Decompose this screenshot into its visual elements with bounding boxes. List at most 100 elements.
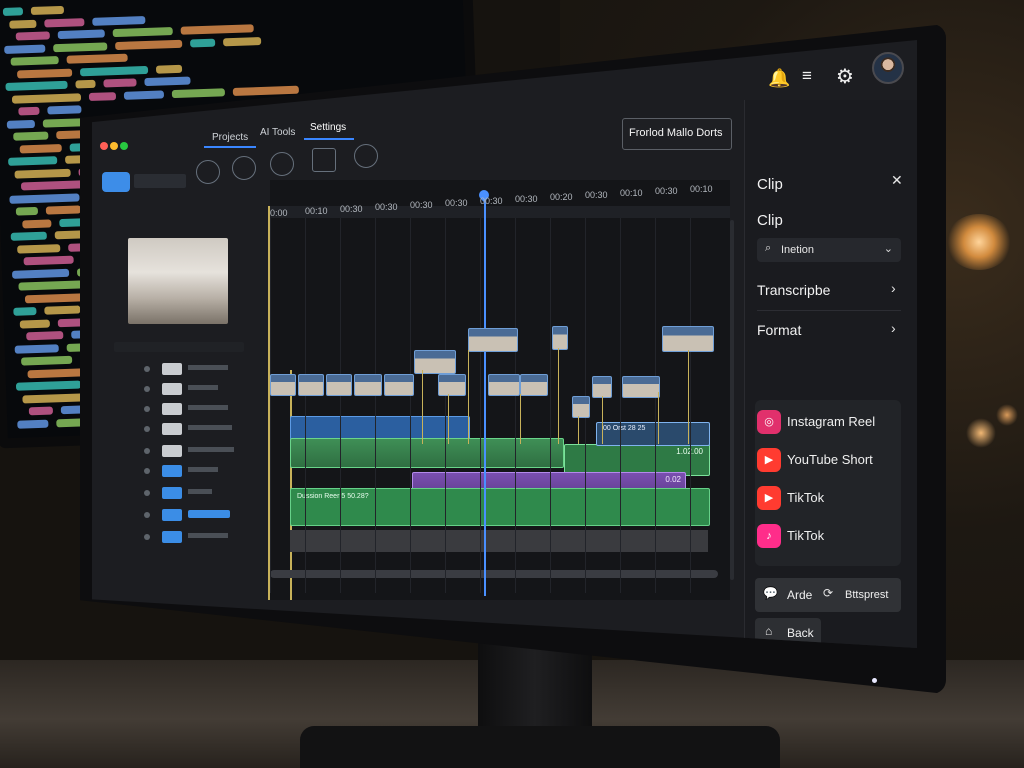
power-led	[872, 678, 877, 683]
code-line	[13, 306, 37, 316]
audio-clip[interactable]	[290, 438, 564, 468]
gear-icon[interactable]: ⚙	[836, 64, 854, 89]
export-button[interactable]: Bttsprest	[845, 589, 888, 601]
track-row[interactable]	[114, 464, 264, 478]
tool-button[interactable]	[354, 144, 378, 168]
playhead[interactable]	[484, 194, 486, 596]
youtube-icon: ▶	[757, 448, 781, 472]
search-icon: ⌕	[765, 242, 772, 254]
video-clip-thumbnail[interactable]	[270, 374, 296, 396]
tab-projects[interactable]: Projects	[212, 132, 248, 143]
video-clip[interactable]: 00 Orst 28 25	[596, 422, 710, 446]
clip-label: 00 Orst 28 25	[603, 425, 646, 432]
timeline-grid-line	[550, 218, 551, 593]
video-clip-thumbnail[interactable]	[354, 374, 382, 396]
timeline-grid-line	[480, 218, 481, 593]
back-icon: ⌂	[765, 624, 773, 638]
import-button[interactable]	[102, 172, 130, 192]
clip-connector	[602, 396, 603, 444]
arde-button[interactable]: Arde	[787, 588, 812, 602]
code-line	[16, 68, 73, 79]
track-row[interactable]	[114, 530, 264, 544]
track-row[interactable]	[114, 362, 264, 376]
tab-settings[interactable]: Settings	[310, 122, 346, 133]
timeline-grid-line	[340, 218, 341, 593]
code-line	[26, 331, 64, 341]
tool-button[interactable]	[270, 152, 294, 176]
avatar[interactable]	[872, 52, 904, 84]
code-line	[19, 319, 50, 329]
video-clip-thumbnail[interactable]	[552, 326, 568, 350]
transcribe-item[interactable]: Transcripbe	[757, 282, 830, 298]
code-line	[190, 38, 216, 47]
tool-button[interactable]	[232, 156, 256, 180]
format-option[interactable]: ◎ Instagram Reel	[757, 408, 897, 438]
maximize-window-button[interactable]	[120, 142, 128, 150]
video-clip-thumbnail[interactable]	[298, 374, 324, 396]
close-icon[interactable]: ✕	[891, 172, 903, 189]
format-item[interactable]: Format	[757, 322, 801, 338]
code-line	[20, 180, 85, 191]
code-line	[5, 80, 68, 91]
timeline-grid-line	[410, 218, 411, 593]
clip-type-dropdown[interactable]: ⌕ Inetion ⌄	[757, 238, 901, 262]
instagram-icon: ◎	[757, 410, 781, 434]
video-clip-thumbnail[interactable]	[414, 350, 456, 374]
video-clip-thumbnail[interactable]	[326, 374, 352, 396]
media-dropdown[interactable]	[134, 174, 186, 188]
video-clip-thumbnail[interactable]	[572, 396, 590, 418]
video-clip-thumbnail[interactable]	[592, 376, 612, 398]
header-button[interactable]: Frorlod Mallo Dorts	[622, 118, 732, 150]
video-clip-thumbnail[interactable]	[438, 374, 466, 396]
video-clip-thumbnail[interactable]	[520, 374, 548, 396]
track-row[interactable]	[114, 486, 264, 500]
action-bar: 💬 Arde ⟳ Bttsprest	[755, 578, 901, 612]
close-window-button[interactable]	[100, 142, 108, 150]
format-option[interactable]: ♪ TikTok	[757, 522, 897, 552]
format-option[interactable]: ▶ YouTube Short	[757, 446, 897, 476]
code-line	[10, 231, 47, 241]
code-line	[47, 105, 82, 115]
code-line	[15, 206, 39, 216]
tab-ai-tools[interactable]: AI Tools	[260, 127, 295, 138]
ruler-tick-label: 00:30	[410, 200, 433, 210]
code-line	[6, 119, 35, 129]
audio-clip[interactable]: Dussion Reer 5 50.28?	[290, 488, 710, 526]
track-row[interactable]	[114, 444, 264, 458]
code-line	[155, 64, 183, 74]
video-clip-thumbnail[interactable]	[662, 326, 714, 352]
horizontal-scrollbar[interactable]	[270, 570, 718, 578]
track-row[interactable]	[114, 402, 264, 416]
code-line	[15, 31, 50, 41]
code-line	[17, 419, 49, 429]
video-clip-thumbnail[interactable]	[488, 374, 520, 396]
chevron-right-icon[interactable]: ›	[891, 280, 896, 296]
tool-button[interactable]	[312, 148, 336, 172]
code-line	[44, 305, 81, 315]
code-line	[144, 76, 191, 87]
clip-preview-thumbnail[interactable]	[128, 238, 228, 324]
track-row[interactable]	[114, 422, 264, 436]
video-clip-thumbnail[interactable]	[384, 374, 414, 396]
track-row[interactable]	[114, 382, 264, 396]
video-clip-thumbnail[interactable]	[468, 328, 518, 352]
code-line	[8, 156, 58, 166]
code-line	[232, 85, 299, 96]
video-clip-thumbnail[interactable]	[622, 376, 660, 398]
vertical-scrollbar[interactable]	[730, 220, 734, 580]
tool-button[interactable]	[196, 160, 220, 184]
sort-icon[interactable]: ≡	[802, 66, 812, 86]
youtube-icon: ▶	[757, 486, 781, 510]
code-line	[53, 41, 108, 52]
bell-icon[interactable]: 🔔	[768, 68, 790, 89]
code-line	[30, 5, 65, 15]
timeline-grid-line	[445, 218, 446, 593]
code-line	[92, 15, 146, 26]
ruler-tick-label: 00:30	[480, 196, 503, 206]
minimize-window-button[interactable]	[110, 142, 118, 150]
timeline-ruler[interactable]	[270, 206, 730, 218]
empty-track[interactable]	[290, 530, 708, 552]
track-row[interactable]	[114, 508, 264, 522]
format-option[interactable]: ▶ TikTok	[757, 484, 897, 514]
chevron-right-icon[interactable]: ›	[891, 320, 896, 336]
